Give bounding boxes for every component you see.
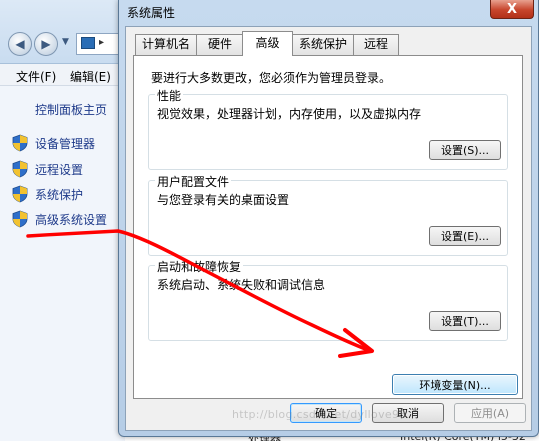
dialog-body: 计算机名 硬件 高级 系统保护 远程 要进行大多数更改，您必须作为管理员登录。 … <box>125 26 532 431</box>
user-profiles-settings-button[interactable]: 设置(E)... <box>429 226 501 246</box>
tab-label: 硬件 <box>207 37 232 51</box>
system-properties-dialog: 系统属性 X 计算机名 硬件 高级 系统保护 远程 要进行大多数更改，您必须作为… <box>118 0 539 437</box>
group-description: 与您登录有关的桌面设置 <box>157 193 290 207</box>
group-title: 用户配置文件 <box>155 173 232 190</box>
sidebar-item-device-manager[interactable]: 设备管理器 <box>12 133 95 153</box>
group-title: 启动和故障恢复 <box>155 258 244 275</box>
dialog-title: 系统属性 <box>127 6 176 20</box>
menu-edit[interactable]: 编辑(E) <box>70 68 111 85</box>
uac-shield-icon <box>12 210 28 228</box>
close-button[interactable]: X <box>490 0 534 19</box>
performance-settings-button[interactable]: 设置(S)... <box>429 140 501 160</box>
button-label: 设置(S)... <box>440 144 490 157</box>
sidebar-item-remote-settings[interactable]: 远程设置 <box>12 159 83 179</box>
sidebar-item-label: 远程设置 <box>35 162 84 177</box>
button-label: 环境变量(N)... <box>419 378 491 392</box>
tab-label: 远程 <box>363 37 388 51</box>
apply-button[interactable]: 应用(A) <box>454 403 526 423</box>
group-title: 性能 <box>155 87 184 104</box>
tab-label: 系统保护 <box>298 37 347 51</box>
back-arrow-icon[interactable]: ◀ <box>8 32 32 56</box>
group-description: 系统启动、系统失败和调试信息 <box>157 278 326 292</box>
sidebar-item-label: 设备管理器 <box>35 136 96 151</box>
computer-icon <box>81 37 95 49</box>
sidebar-item-label: 高级系统设置 <box>35 212 108 227</box>
admin-notice: 要进行大多数更改，您必须作为管理员登录。 <box>151 71 392 85</box>
environment-variables-button[interactable]: 环境变量(N)... <box>392 374 518 395</box>
forward-arrow-icon[interactable]: ▶ <box>34 32 58 56</box>
button-label: 应用(A) <box>470 407 510 420</box>
history-dropdown-icon[interactable]: ▼ <box>62 37 69 47</box>
explorer-menubar: 文件(F) 编辑(E) <box>0 64 130 86</box>
tab-label: 计算机名 <box>141 37 190 51</box>
button-label: 设置(T)... <box>441 315 489 328</box>
tab-computer-name[interactable]: 计算机名 <box>135 34 197 55</box>
tab-hardware[interactable]: 硬件 <box>196 34 244 55</box>
advanced-tab-panel: 要进行大多数更改，您必须作为管理员登录。 性能 视觉效果，处理器计划，内存使用，… <box>133 55 523 399</box>
control-panel-sidebar: 控制面板主页 设备管理器 远程设置 系统保护 高级系统设置 <box>0 86 125 441</box>
sidebar-item-advanced-system-settings[interactable]: 高级系统设置 <box>12 209 107 229</box>
chevron-right-icon[interactable]: ▸ <box>99 37 104 48</box>
sidebar-item-system-protection[interactable]: 系统保护 <box>12 184 83 204</box>
performance-group: 性能 视觉效果，处理器计划，内存使用，以及虚拟内存 设置(S)... <box>148 87 508 170</box>
tab-label: 高级 <box>255 36 280 50</box>
tab-remote[interactable]: 远程 <box>353 34 399 55</box>
user-profiles-group: 用户配置文件 与您登录有关的桌面设置 设置(E)... <box>148 173 508 256</box>
group-description: 视觉效果，处理器计划，内存使用，以及虚拟内存 <box>157 107 422 121</box>
button-label: 设置(E)... <box>440 230 490 243</box>
uac-shield-icon <box>12 134 28 152</box>
control-panel-home-link[interactable]: 控制面板主页 <box>35 101 107 118</box>
tab-system-protection[interactable]: 系统保护 <box>292 34 354 55</box>
tab-advanced[interactable]: 高级 <box>242 31 293 56</box>
sidebar-item-label: 系统保护 <box>35 187 84 202</box>
uac-shield-icon <box>12 185 28 203</box>
watermark-text: http://blog.csdn.net/dyllove98 <box>232 408 407 421</box>
uac-shield-icon <box>12 160 28 178</box>
menu-file[interactable]: 文件(F) <box>16 68 56 85</box>
startup-recovery-group: 启动和故障恢复 系统启动、系统失败和调试信息 设置(T)... <box>148 258 508 341</box>
startup-recovery-settings-button[interactable]: 设置(T)... <box>429 311 501 331</box>
close-icon: X <box>506 1 518 17</box>
